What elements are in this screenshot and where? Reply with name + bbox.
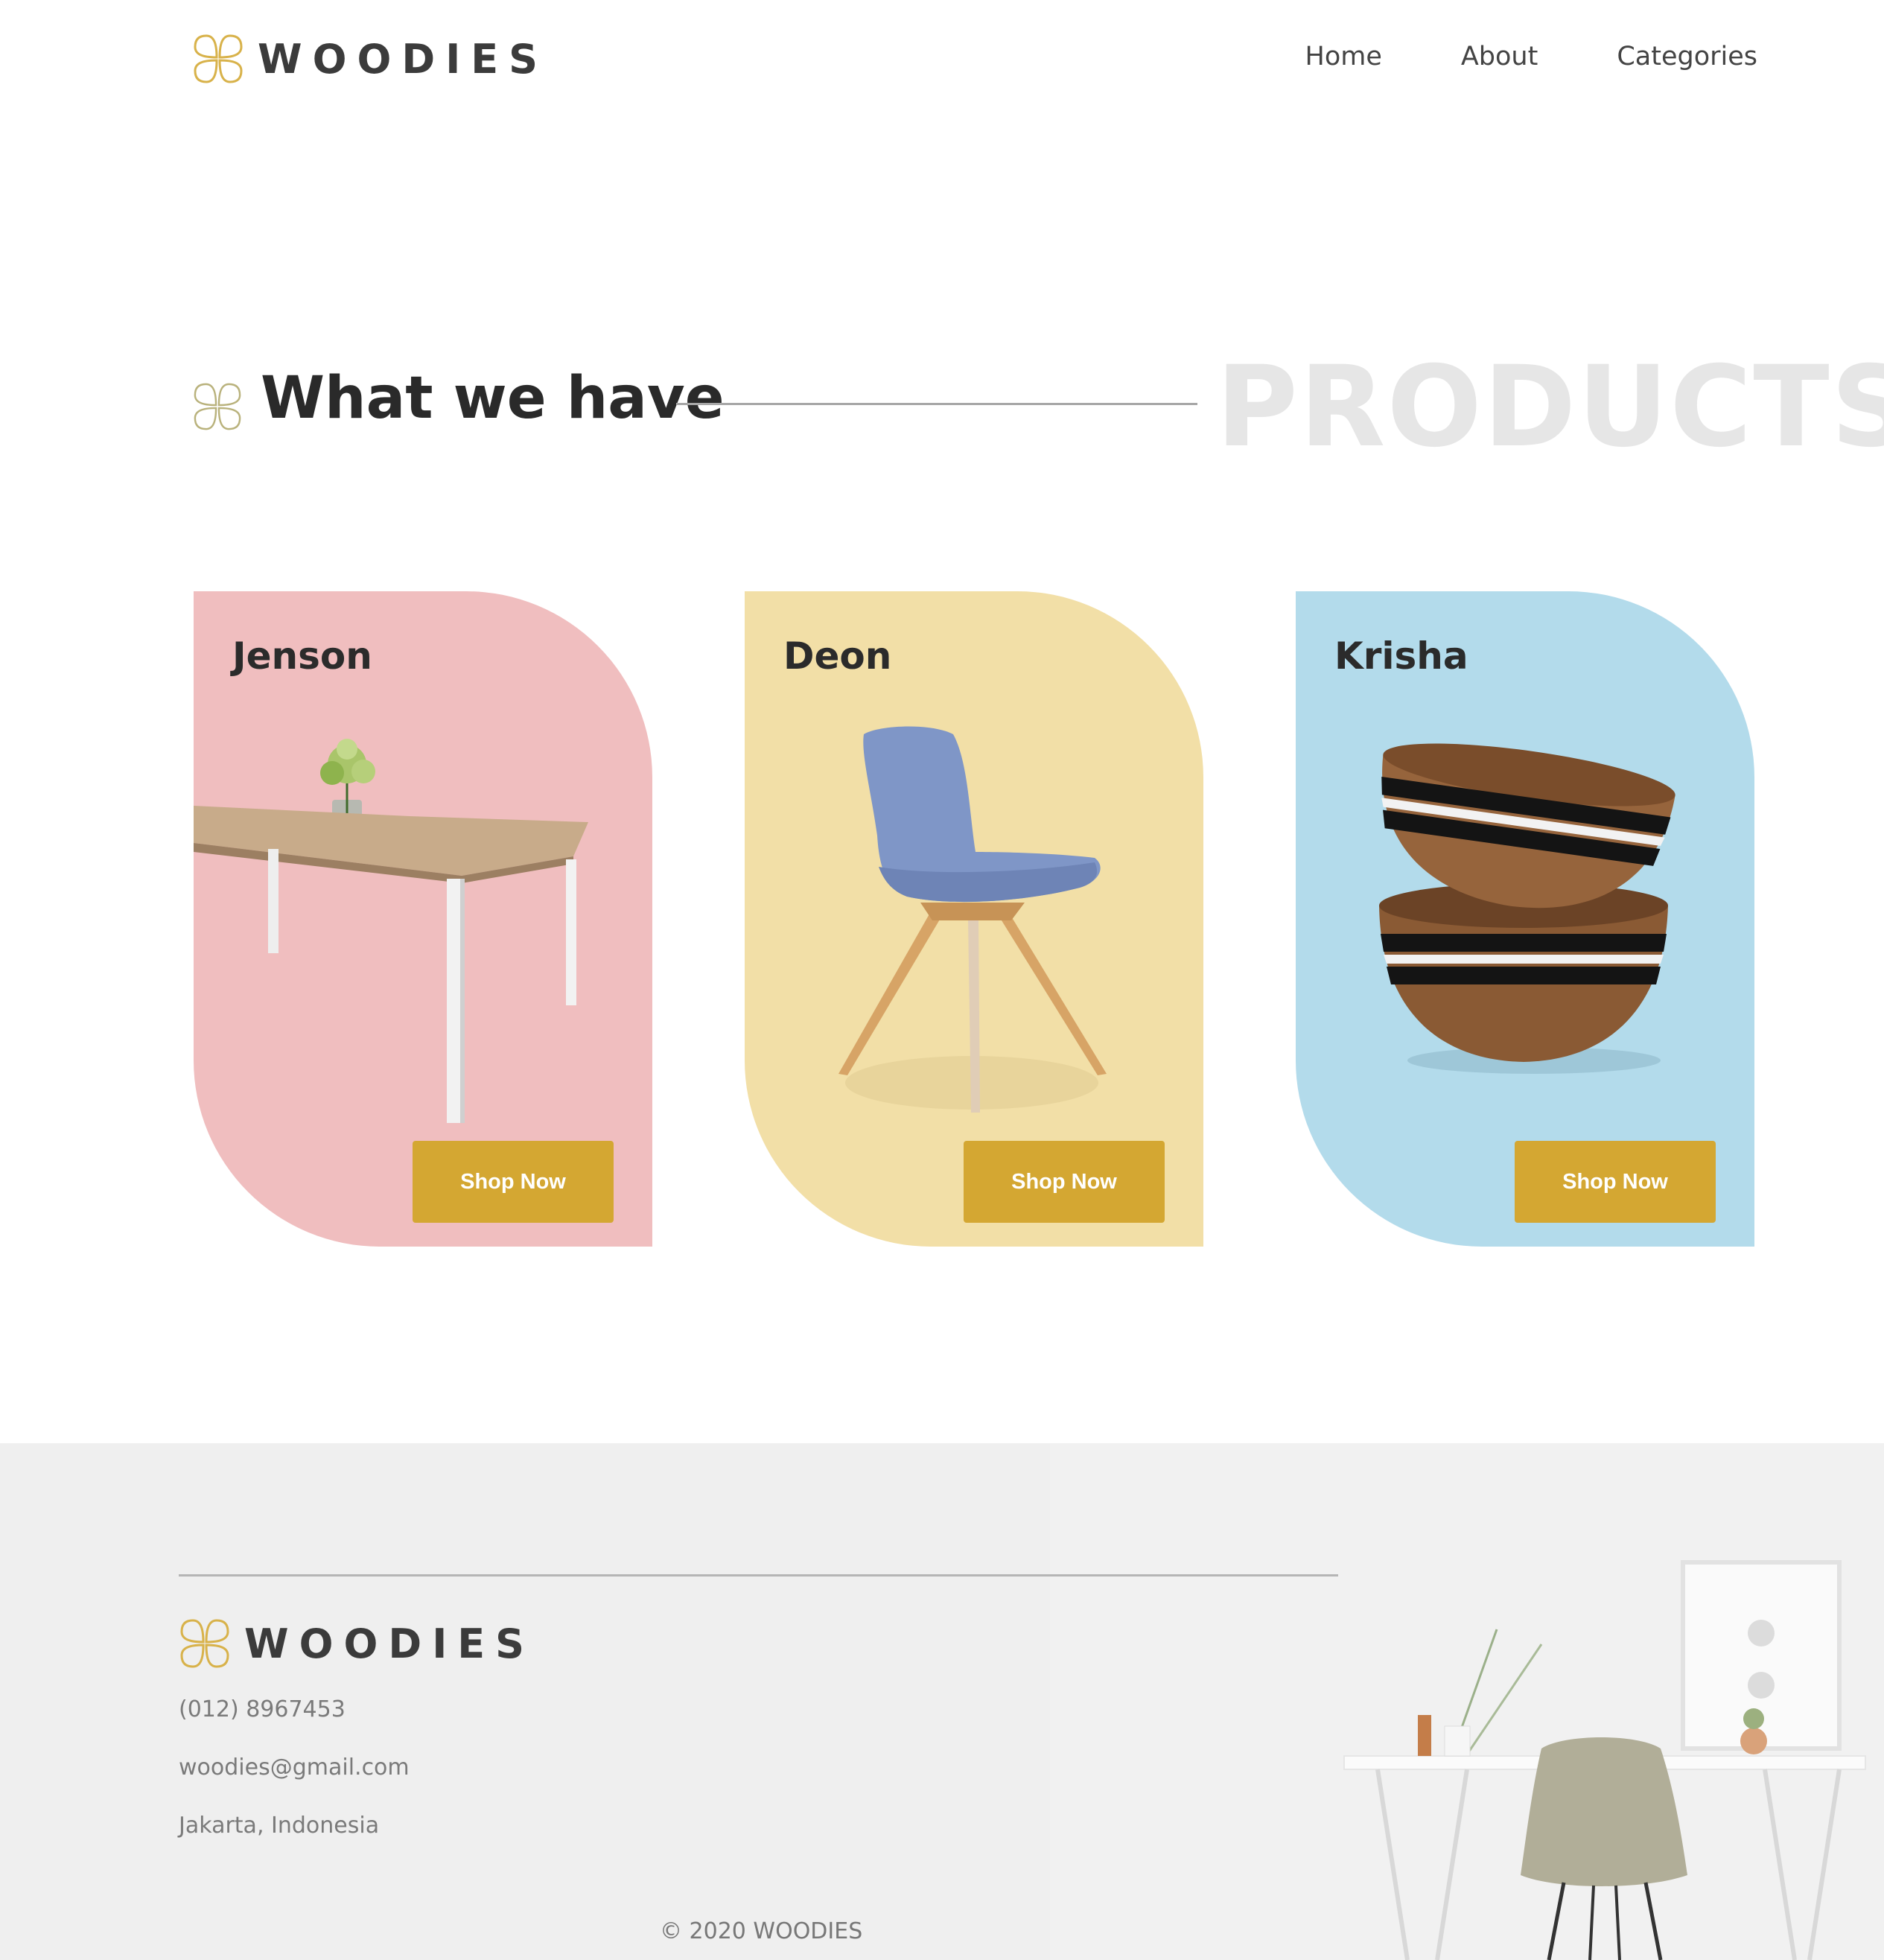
header-logo[interactable]: WOODIES [192,33,548,85]
main-nav: Home About Categories [1305,42,1758,71]
footer-email[interactable]: woodies@gmail.com [179,1754,410,1781]
flower-logo-icon [192,33,244,85]
site-header: WOODIES Home About Categories [0,0,1884,123]
bowls-image [1379,743,1675,1074]
nav-categories[interactable]: Categories [1617,42,1757,71]
flower-outline-icon [192,381,243,436]
footer-brand-name: WOODIES [244,1620,535,1667]
product-name: Krisha [1334,634,1468,678]
section-title: What we have [261,365,725,432]
brand-name: WOODIES [258,35,549,83]
shop-now-button[interactable]: Shop Now [413,1141,614,1223]
product-name: Jenson [232,634,372,678]
site-footer: WOODIES (012) 8967453 woodies@gmail.com … [0,1443,1884,1960]
product-name: Deon [783,634,892,678]
chair-image [838,726,1107,1113]
product-cards: Jenson Shop Now Deon Shop Now Krisha Sho… [0,591,1884,1247]
footer-divider [179,1574,1338,1576]
section-divider [676,403,1197,405]
shop-now-button[interactable]: Shop Now [964,1141,1165,1223]
footer-phone: (012) 8967453 [179,1696,346,1722]
nav-about[interactable]: About [1461,42,1538,71]
product-card-krisha: Krisha Shop Now [1296,591,1754,1247]
footer-logo[interactable]: WOODIES [179,1617,535,1670]
footer-address: Jakarta, Indonesia [179,1813,380,1839]
copyright-text: © 2020 WOODIES [660,1918,863,1944]
flower-logo-icon [179,1617,231,1670]
footer-background-photo [1050,1443,1884,1960]
product-card-deon: Deon Shop Now [745,591,1203,1247]
product-card-jenson: Jenson Shop Now [194,591,652,1247]
section-watermark: PRODUCTS [1216,343,1884,472]
table-image [194,739,588,1123]
shop-now-button[interactable]: Shop Now [1515,1141,1716,1223]
products-section-heading: What we have PRODUCTS [192,343,1884,472]
nav-home[interactable]: Home [1305,42,1382,71]
